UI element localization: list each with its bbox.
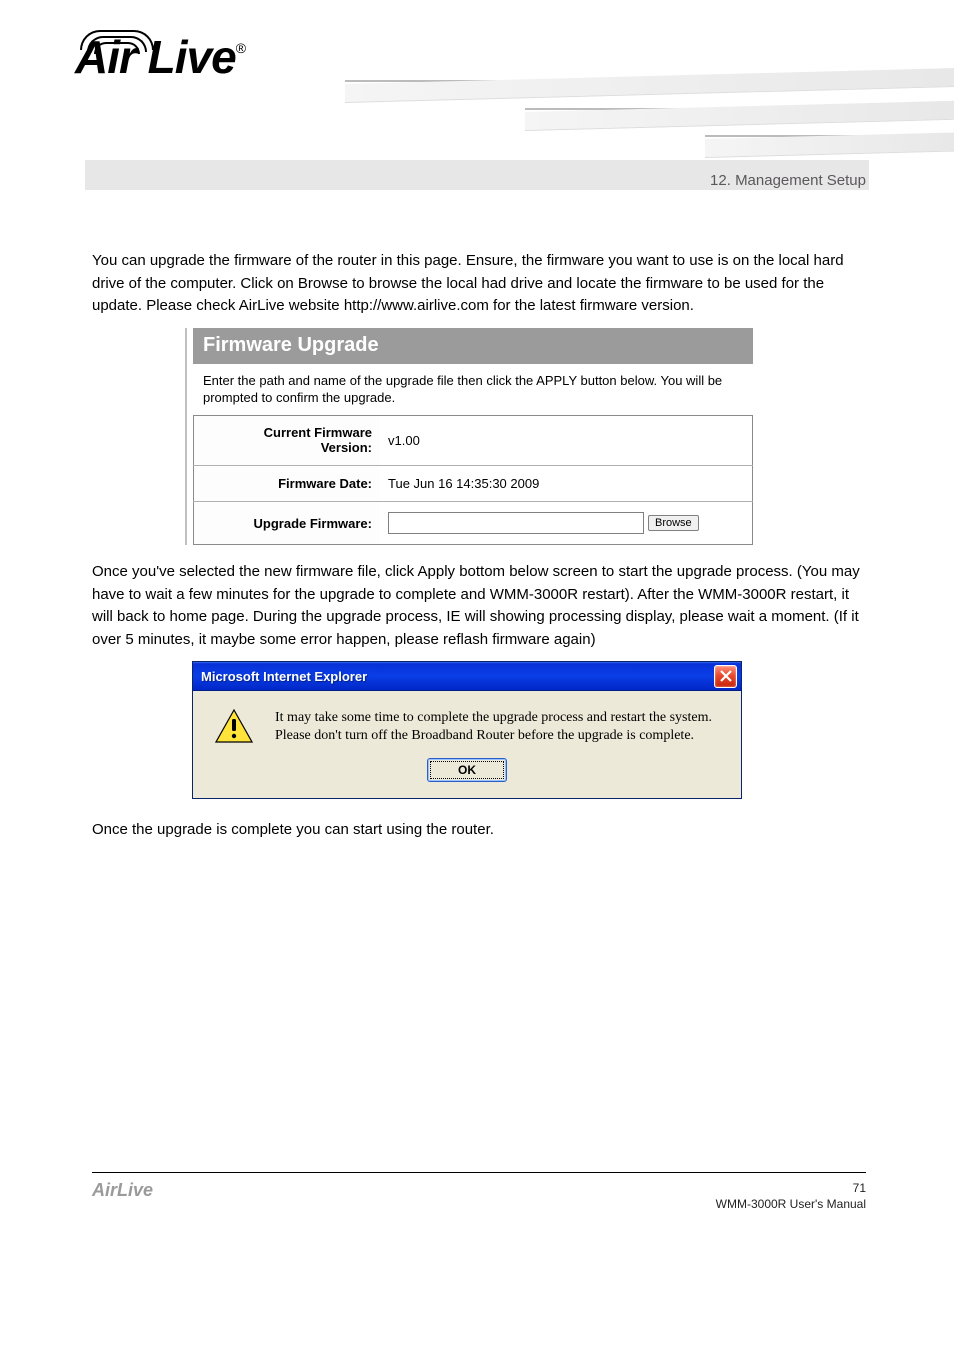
dialog-titlebar: Microsoft Internet Explorer [193, 662, 741, 691]
table-row: Upgrade Firmware: Browse [194, 502, 753, 545]
dialog-message-line1: It may take some time to complete the up… [275, 710, 712, 725]
panel-title: Firmware Upgrade [193, 328, 753, 364]
current-firmware-version-value: v1.00 [380, 415, 753, 466]
brand-logo-text: Air Live [75, 31, 236, 83]
browse-button[interactable]: Browse [648, 515, 699, 531]
page-footer: AirLive 71 WMM-3000R User's Manual [0, 1172, 954, 1232]
registered-mark: ® [236, 40, 245, 56]
close-icon [720, 670, 732, 682]
after-paragraph: Once the upgrade is complete you can sta… [92, 819, 862, 842]
chapter-heading: 12. Management Setup [710, 172, 866, 189]
upgrade-firmware-label: Upgrade Firmware: [194, 502, 381, 545]
intro-paragraph: You can upgrade the firmware of the rout… [92, 250, 862, 318]
page-header: Air Live® 12. Management Setup [0, 0, 954, 200]
upgrade-firmware-cell: Browse [380, 502, 753, 545]
panel-description: Enter the path and name of the upgrade f… [193, 364, 753, 415]
firmware-upgrade-panel: Firmware Upgrade Enter the path and name… [185, 328, 755, 546]
footer-manual-title: WMM-3000R User's Manual [716, 1197, 866, 1211]
footer-brand: AirLive [92, 1180, 153, 1201]
upgrade-firmware-input[interactable] [388, 512, 644, 534]
table-row: Firmware Date: Tue Jun 16 14:35:30 2009 [194, 466, 753, 502]
table-row: Current FirmwareVersion: v1.00 [194, 415, 753, 466]
between-paragraph: Once you've selected the new firmware fi… [92, 561, 862, 651]
brand-logo: Air Live® [75, 30, 245, 84]
ie-alert-dialog: Microsoft Internet Explorer [192, 661, 742, 799]
dialog-title: Microsoft Internet Explorer [201, 669, 367, 684]
dialog-ok-button[interactable]: OK [427, 758, 507, 782]
firmware-table: Current FirmwareVersion: v1.00 Firmware … [193, 415, 753, 546]
firmware-date-label: Firmware Date: [194, 466, 381, 502]
header-swooshes [345, 80, 954, 150]
current-firmware-version-label: Current FirmwareVersion: [194, 415, 381, 466]
footer-right: 71 WMM-3000R User's Manual [716, 1180, 866, 1212]
warning-icon [215, 709, 253, 743]
dialog-close-button[interactable] [714, 665, 737, 688]
dialog-message: It may take some time to complete the up… [275, 709, 712, 744]
firmware-date-value: Tue Jun 16 14:35:30 2009 [380, 466, 753, 502]
dialog-message-line2: Please don't turn off the Broadband Rout… [275, 728, 694, 743]
footer-page-number: 71 [853, 1181, 866, 1195]
